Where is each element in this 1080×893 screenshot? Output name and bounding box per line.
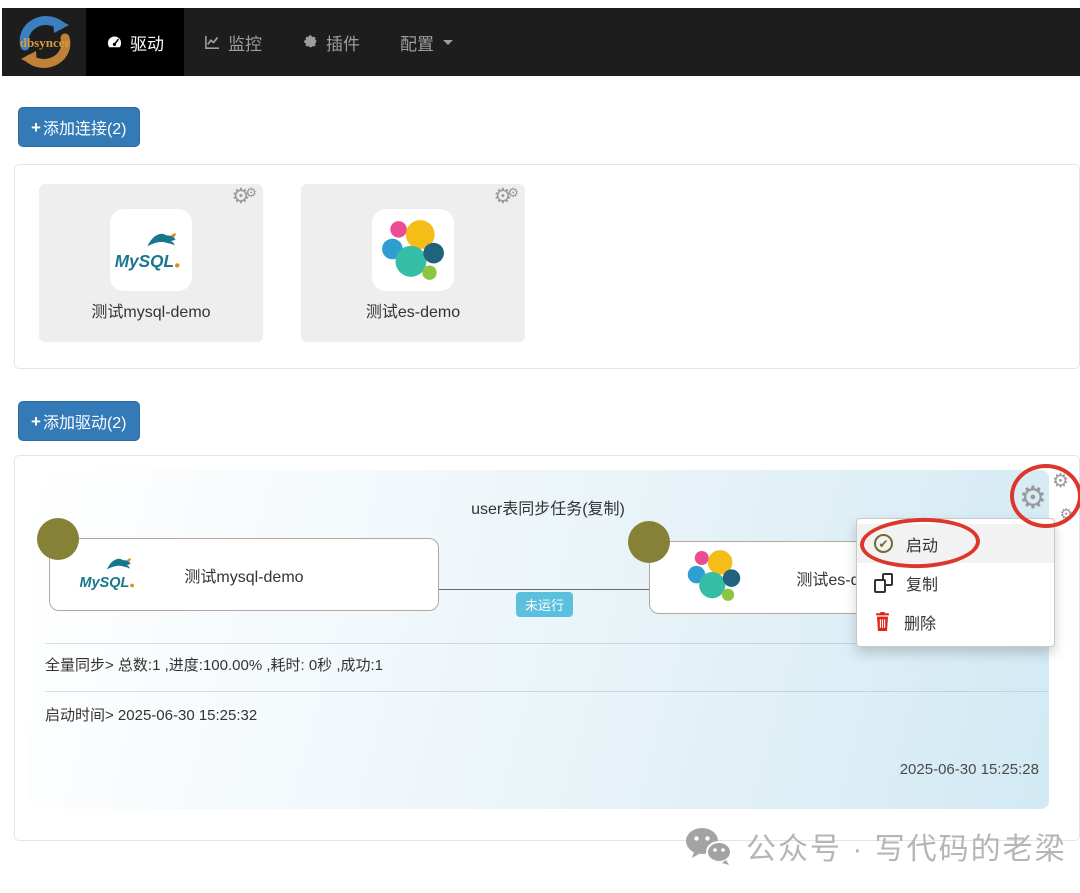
source-node-dot bbox=[37, 518, 79, 560]
nav-item-label: 驱动 bbox=[130, 30, 164, 55]
add-driver-button[interactable]: + 添加驱动(2) bbox=[18, 401, 140, 441]
full-sync-summary: 全量同步> 总数:1 ,进度:100.00% ,耗时: 0秒 ,成功:1 bbox=[45, 654, 1045, 675]
wechat-icon bbox=[684, 826, 732, 866]
nav-item-plugin[interactable]: 插件 bbox=[282, 8, 380, 76]
connections-panel: ⚙⚙ MySQL 测试mysql-demo ⚙⚙ bbox=[14, 164, 1080, 369]
status-badge: 未运行 bbox=[516, 592, 573, 617]
caret-down-icon bbox=[443, 40, 453, 45]
menu-item-label: 删除 bbox=[904, 610, 936, 634]
dbsyncer-logo[interactable]: dbsyncer bbox=[10, 10, 80, 74]
add-connection-button[interactable]: + 添加连接(2) bbox=[18, 107, 140, 147]
watermark: 公众号 · 写代码的老梁 bbox=[684, 824, 1067, 868]
elasticsearch-logo-tile bbox=[372, 209, 454, 291]
connection-card-mysql[interactable]: ⚙⚙ MySQL 测试mysql-demo bbox=[39, 184, 263, 342]
dashboard-icon bbox=[106, 34, 123, 51]
driver-task-title: user表同步任务(复制) bbox=[15, 495, 1080, 519]
menu-item-label: 启动 bbox=[906, 532, 938, 556]
connection-name: 测试es-demo bbox=[301, 298, 525, 322]
copy-icon bbox=[874, 573, 893, 593]
driver-task-panel: user表同步任务(复制) ⚙⚙⚙ MySQL 测试mysql-demo 未运行 bbox=[14, 455, 1080, 841]
nav-item-driver[interactable]: 驱动 bbox=[86, 8, 184, 76]
sync-connection-line bbox=[439, 589, 649, 590]
watermark-text: 公众号 · 写代码的老梁 bbox=[746, 824, 1067, 868]
nav-item-config[interactable]: 配置 bbox=[380, 8, 473, 76]
svg-text:MySQL: MySQL bbox=[115, 251, 174, 271]
driver-context-menu: ✔ 启动 复制 删除 bbox=[856, 518, 1055, 647]
start-time-line: 启动时间> 2025-06-30 15:25:32 bbox=[45, 704, 1045, 725]
plus-icon: + bbox=[31, 119, 41, 136]
connection-name: 测试mysql-demo bbox=[39, 298, 263, 322]
page: dbsyncer 驱动 监控 bbox=[0, 0, 1080, 893]
driver-settings-gear-icon[interactable]: ⚙⚙⚙ bbox=[1019, 474, 1073, 520]
connection-settings-gear-icon[interactable]: ⚙⚙ bbox=[232, 186, 257, 207]
menu-item-delete[interactable]: 删除 bbox=[857, 602, 1054, 641]
navbar: dbsyncer 驱动 监控 bbox=[2, 8, 1080, 76]
add-driver-label: 添加驱动(2) bbox=[43, 409, 127, 433]
separator bbox=[45, 691, 1049, 692]
check-circle-icon: ✔ bbox=[874, 534, 893, 553]
source-node-label: 测试mysql-demo bbox=[50, 539, 438, 610]
nav-item-label: 配置 bbox=[400, 30, 434, 55]
target-node-dot bbox=[628, 521, 670, 563]
mysql-logo-tile: MySQL bbox=[110, 209, 192, 291]
connection-card-elasticsearch[interactable]: ⚙⚙ 测试es-demo bbox=[301, 184, 525, 342]
elasticsearch-logo bbox=[380, 217, 446, 283]
add-connection-label: 添加连接(2) bbox=[43, 115, 127, 139]
puzzle-icon bbox=[302, 34, 319, 51]
nav-item-label: 插件 bbox=[326, 30, 360, 55]
source-node-mysql[interactable]: MySQL 测试mysql-demo bbox=[49, 538, 439, 611]
main-nav: 驱动 监控 插件 配置 bbox=[86, 8, 473, 76]
line-chart-icon bbox=[204, 34, 221, 51]
nav-item-monitor[interactable]: 监控 bbox=[184, 8, 282, 76]
nav-item-label: 监控 bbox=[228, 30, 262, 55]
dbsyncer-logo-icon: dbsyncer bbox=[12, 11, 78, 73]
connection-settings-gear-icon[interactable]: ⚙⚙ bbox=[494, 186, 519, 207]
trash-icon bbox=[874, 612, 891, 631]
menu-item-label: 复制 bbox=[906, 571, 938, 595]
svg-text:dbsyncer: dbsyncer bbox=[20, 35, 71, 50]
mysql-logo: MySQL bbox=[113, 228, 189, 272]
plus-icon: + bbox=[31, 413, 41, 430]
menu-item-copy[interactable]: 复制 bbox=[857, 563, 1054, 602]
menu-item-start[interactable]: ✔ 启动 bbox=[857, 524, 1054, 563]
updated-timestamp: 2025-06-30 15:25:28 bbox=[900, 761, 1039, 778]
